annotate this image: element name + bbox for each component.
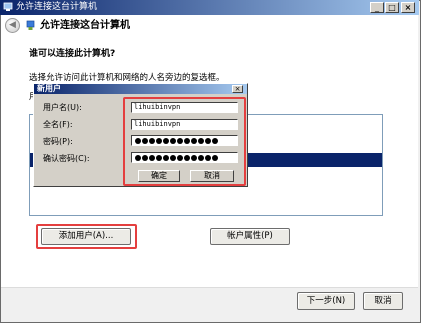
minimize-button[interactable]: _ [370, 2, 384, 13]
dialog-title-bar[interactable] [34, 84, 247, 94]
close-button[interactable]: × [401, 2, 415, 13]
footer-bar [1, 287, 418, 321]
maximize-button[interactable]: □ [385, 2, 399, 13]
network-icon [26, 20, 35, 30]
window-title: 允许连接这台计算机 [16, 2, 98, 12]
password-label: 密码(P): [43, 137, 73, 146]
dialog-ok-button[interactable]: 确定 [138, 170, 180, 182]
dialog-close-icon[interactable]: × [232, 85, 243, 93]
dialog-cancel-button[interactable]: 取消 [190, 170, 234, 182]
confirm-password-label: 确认密码(C): [43, 154, 90, 163]
fullname-label: 全名(F): [43, 120, 73, 129]
cancel-button[interactable]: 取消 [363, 292, 403, 310]
dialog-title: 新用户 [37, 84, 61, 93]
wizard-title: 允许连接这台计算机 [40, 20, 130, 31]
next-button[interactable]: 下一步(N) [297, 292, 355, 310]
add-user-button[interactable]: 添加用户(A)... [41, 228, 131, 245]
page-description: 选择允许访问此计算机和网络的人名旁边的复选框。 [29, 73, 225, 83]
account-properties-button[interactable]: 帐户属性(P) [210, 228, 290, 245]
back-arrow-icon[interactable]: ◀ [5, 18, 20, 33]
username-label: 用户名(U): [43, 103, 82, 112]
page-heading: 谁可以连接此计算机? [29, 49, 116, 59]
network-icon [3, 2, 13, 11]
